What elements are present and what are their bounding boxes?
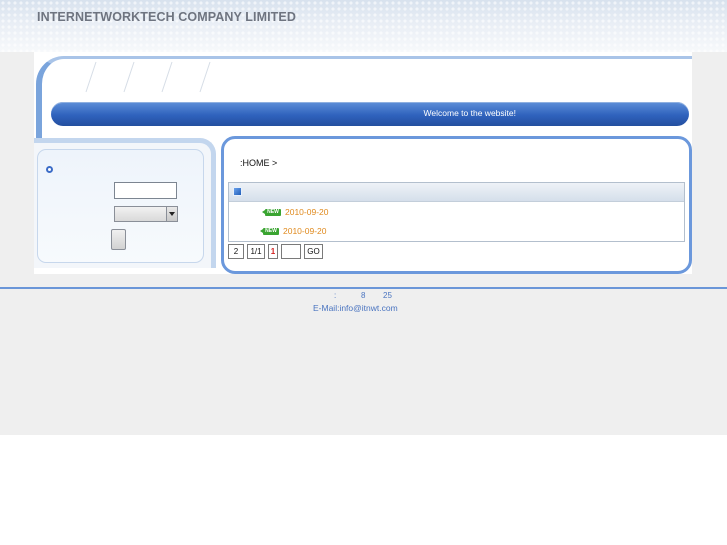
- pager-total: 2: [228, 244, 244, 259]
- footer-email[interactable]: E-Mail:info@itnwt.com: [313, 303, 398, 313]
- pager-jump-input[interactable]: [281, 244, 301, 259]
- news-list-header: [229, 183, 684, 202]
- welcome-bar: Welcome to the website!: [51, 102, 689, 126]
- footer-divider: [0, 287, 727, 289]
- chevron-down-icon[interactable]: [166, 207, 177, 221]
- footer-colon: :: [334, 291, 337, 300]
- new-badge: NEW: [260, 228, 279, 235]
- banner-decoration: [85, 61, 211, 93]
- pager-go-button[interactable]: GO: [304, 244, 323, 259]
- bullet-icon: [46, 166, 53, 173]
- item-date: 2010-09-20: [283, 226, 327, 236]
- list-item[interactable]: NEW 2010-09-20: [260, 226, 383, 238]
- list-item[interactable]: NEW 2010-09-20: [262, 207, 385, 219]
- square-icon: [233, 187, 242, 196]
- search-button[interactable]: [111, 229, 126, 250]
- header-band: INTERNETWORKTECH COMPANY LIMITED: [0, 0, 727, 52]
- breadcrumb: :HOME >: [240, 158, 278, 168]
- welcome-text: Welcome to the website!: [423, 108, 516, 118]
- category-select[interactable]: [114, 206, 178, 222]
- footer-number-b: 25: [383, 291, 392, 300]
- news-list: NEW 2010-09-20 NEW 2010-09-20: [228, 182, 685, 242]
- pager-page-of: 1/1: [247, 244, 265, 259]
- new-badge: NEW: [262, 209, 281, 216]
- item-date: 2010-09-20: [285, 207, 329, 217]
- search-input[interactable]: [114, 182, 177, 199]
- pager-current-page[interactable]: 1: [268, 244, 278, 259]
- header-pattern: [0, 0, 727, 52]
- company-title: INTERNETWORKTECH COMPANY LIMITED: [37, 10, 296, 24]
- footer-number-a: 8: [361, 291, 366, 300]
